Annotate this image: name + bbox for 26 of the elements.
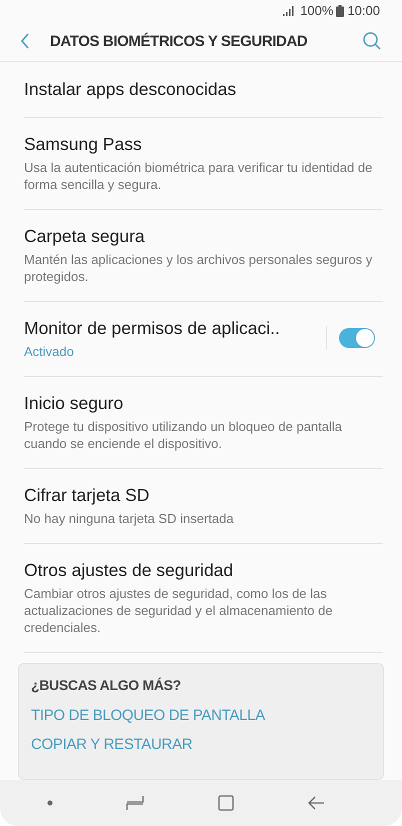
setting-title[interactable]: Carpeta segura: [24, 224, 383, 248]
setting-summary: Cambiar otros ajustes de seguridad, como los de las actualizaciones de seguridad y el almacenamiento de credenciales.: [24, 585, 334, 636]
setting-summary: Usa la autenticación biométrica para verificar tu identidad de forma sencilla y segura.: [24, 159, 374, 193]
section-heading: ¿BUSCAS ALGO MÁS?: [31, 677, 182, 693]
setting-summary: Activado: [24, 343, 75, 360]
setting-title[interactable]: Samsung Pass: [24, 132, 383, 156]
setting-summary: Protege tu dispositivo utilizando un bloqueo de pantalla cuando se enciende el dispositivo.: [24, 418, 344, 452]
signal-icon: [283, 6, 296, 16]
search-icon[interactable]: [362, 31, 382, 52]
back-icon[interactable]: [307, 796, 326, 810]
page-title: DATOS BIOMÉTRICOS Y SEGURIDAD: [50, 32, 308, 50]
battery-level: 100%: [300, 3, 334, 18]
setting-title[interactable]: Instalar apps desconocidas: [24, 77, 383, 101]
setting-summary: Mantén las aplicaciones y los archivos personales seguros y protegidos.: [24, 251, 374, 285]
setting-title[interactable]: Cifrar tarjeta SD: [24, 483, 383, 507]
setting-title[interactable]: Monitor de permisos de aplicaci..: [24, 316, 314, 340]
setting-title[interactable]: Inicio seguro: [24, 391, 383, 415]
recent-apps-icon[interactable]: [126, 795, 144, 811]
toggle-switch[interactable]: [339, 328, 375, 348]
clock: 10:00: [347, 3, 380, 18]
home-icon[interactable]: [218, 795, 234, 811]
dot-icon[interactable]: [46, 800, 53, 806]
setting-title[interactable]: Otros ajustes de seguridad: [24, 558, 383, 582]
battery-icon: [336, 4, 344, 17]
setting-summary: No hay ninguna tarjeta SD insertada: [24, 510, 235, 527]
back-icon[interactable]: [20, 33, 30, 50]
